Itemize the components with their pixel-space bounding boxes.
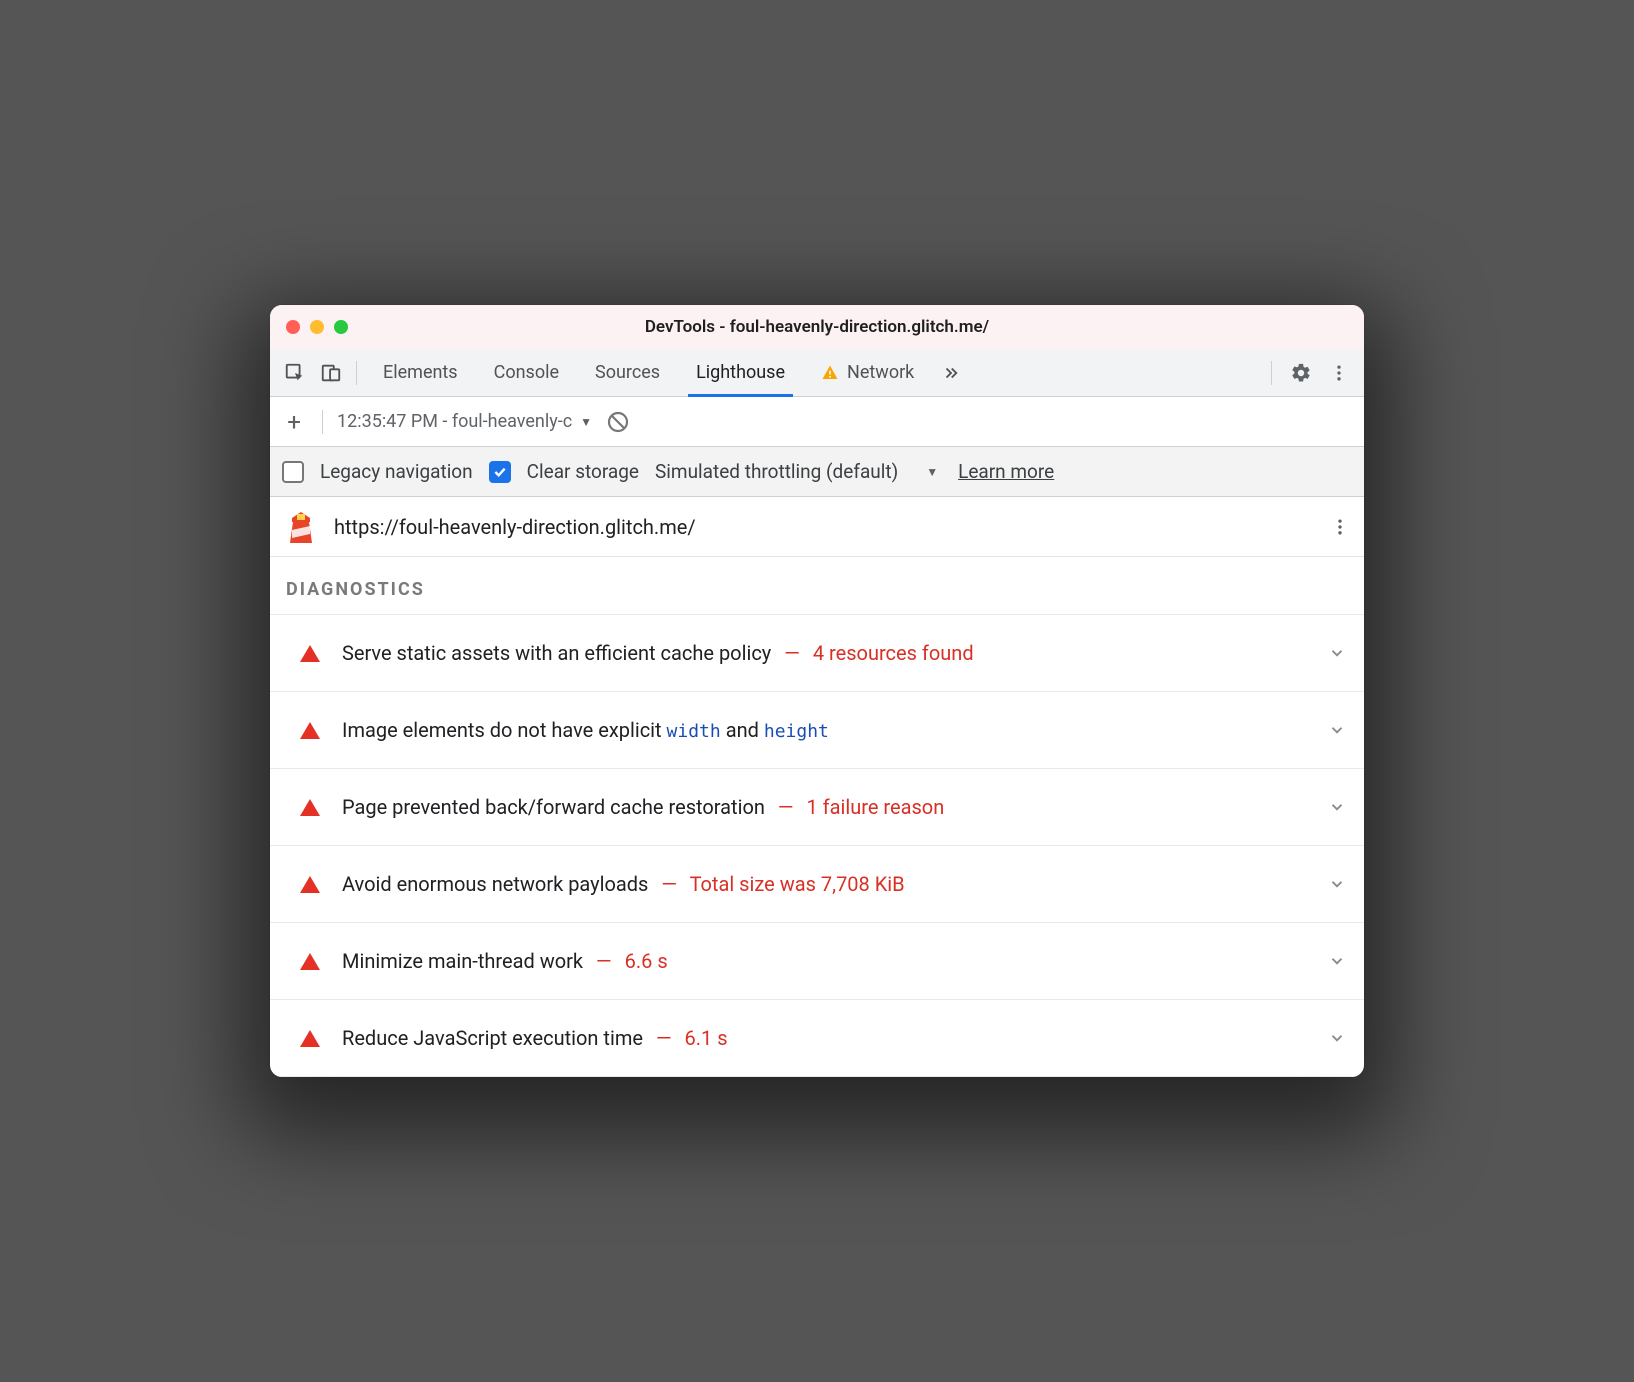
- diagnostic-detail: Total size was 7,708 KiB: [690, 872, 905, 896]
- diagnostic-row[interactable]: Reduce JavaScript execution time — 6.1 s: [270, 999, 1364, 1077]
- lighthouse-options: Legacy navigation Clear storage Simulate…: [270, 447, 1364, 497]
- tab-console[interactable]: Console: [476, 349, 577, 397]
- diagnostic-row[interactable]: Serve static assets with an efficient ca…: [270, 614, 1364, 691]
- chevron-down-icon: [1328, 952, 1346, 970]
- report-url: https://foul-heavenly-direction.glitch.m…: [334, 515, 696, 539]
- minimize-window-button[interactable]: [310, 320, 324, 334]
- fail-triangle-icon: [300, 722, 320, 739]
- legacy-navigation-checkbox[interactable]: [282, 461, 304, 483]
- learn-more-link[interactable]: Learn more: [958, 460, 1054, 483]
- divider: [356, 361, 357, 385]
- code-literal: width: [667, 721, 721, 742]
- fail-triangle-icon: [300, 799, 320, 816]
- dropdown-triangle-icon: ▼: [580, 415, 592, 429]
- chevron-down-icon: [1328, 644, 1346, 662]
- clear-icon[interactable]: [606, 410, 630, 434]
- code-literal: height: [764, 721, 829, 742]
- new-report-button[interactable]: +: [280, 408, 308, 436]
- tab-lighthouse[interactable]: Lighthouse: [678, 349, 803, 397]
- throttling-label: Simulated throttling (default): [655, 460, 898, 483]
- settings-icon[interactable]: [1284, 356, 1318, 390]
- window-title: DevTools - foul-heavenly-direction.glitc…: [270, 317, 1364, 337]
- tab-elements[interactable]: Elements: [365, 349, 476, 397]
- fail-triangle-icon: [300, 1030, 320, 1047]
- diagnostic-row[interactable]: Avoid enormous network payloads — Total …: [270, 845, 1364, 922]
- fail-triangle-icon: [300, 645, 320, 662]
- tab-label: Network: [847, 362, 914, 383]
- diagnostic-row[interactable]: Image elements do not have explicit widt…: [270, 691, 1364, 768]
- kebab-menu-icon[interactable]: [1322, 356, 1356, 390]
- divider: [1271, 361, 1272, 385]
- diagnostic-title: Avoid enormous network payloads: [342, 872, 648, 896]
- maximize-window-button[interactable]: [334, 320, 348, 334]
- close-window-button[interactable]: [286, 320, 300, 334]
- chevron-down-icon: [1328, 875, 1346, 893]
- titlebar: DevTools - foul-heavenly-direction.glitc…: [270, 305, 1364, 349]
- devtools-window: DevTools - foul-heavenly-direction.glitc…: [270, 305, 1364, 1077]
- fail-triangle-icon: [300, 876, 320, 893]
- diagnostic-title: Serve static assets with an efficient ca…: [342, 641, 771, 665]
- diagnostic-mid: and: [721, 718, 764, 742]
- diagnostic-text: Page prevented back/forward cache restor…: [342, 795, 944, 819]
- diagnostics-heading: DIAGNOSTICS: [270, 557, 1364, 614]
- lighthouse-icon: [284, 510, 318, 544]
- diagnostics-list: Serve static assets with an efficient ca…: [270, 614, 1364, 1077]
- diagnostic-text: Minimize main-thread work — 6.6 s: [342, 949, 668, 973]
- traffic-lights: [286, 320, 348, 334]
- device-toolbar-icon[interactable]: [314, 356, 348, 390]
- tab-label: Sources: [595, 362, 660, 383]
- devtools-tabbar: Elements Console Sources Lighthouse Netw…: [270, 349, 1364, 397]
- tab-label: Elements: [383, 362, 458, 383]
- tabbar-actions: [1263, 356, 1356, 390]
- separator: —: [784, 641, 800, 665]
- clear-storage-checkbox[interactable]: [489, 461, 511, 483]
- dropdown-triangle-icon: ▼: [926, 465, 938, 479]
- more-tabs-button[interactable]: [940, 364, 962, 382]
- tab-label: Console: [494, 362, 559, 383]
- lighthouse-toolbar: + 12:35:47 PM - foul-heavenly-c ▼: [270, 397, 1364, 447]
- diagnostic-title: Page prevented back/forward cache restor…: [342, 795, 765, 819]
- tab-network[interactable]: Network: [803, 349, 932, 397]
- diagnostic-text: Image elements do not have explicit widt…: [342, 718, 829, 742]
- legacy-navigation-label: Legacy navigation: [320, 460, 473, 483]
- clear-storage-label: Clear storage: [527, 460, 639, 483]
- report-select[interactable]: 12:35:47 PM - foul-heavenly-c ▼: [337, 411, 592, 432]
- chevron-down-icon: [1328, 798, 1346, 816]
- separator: —: [661, 872, 677, 896]
- separator: —: [778, 795, 794, 819]
- chevron-down-icon: [1328, 721, 1346, 739]
- diagnostic-title-prefix: Image elements do not have explicit: [342, 718, 667, 742]
- report-menu-icon[interactable]: [1330, 517, 1350, 537]
- diagnostic-title: Reduce JavaScript execution time: [342, 1026, 643, 1050]
- diagnostic-text: Serve static assets with an efficient ca…: [342, 641, 974, 665]
- chevron-down-icon: [1328, 1029, 1346, 1047]
- diagnostic-detail: 4 resources found: [813, 641, 974, 665]
- diagnostic-title: Minimize main-thread work: [342, 949, 583, 973]
- warning-icon: [821, 364, 839, 382]
- report-header: https://foul-heavenly-direction.glitch.m…: [270, 497, 1364, 557]
- panel-tabs: Elements Console Sources Lighthouse Netw…: [365, 349, 932, 397]
- diagnostic-detail: 1 failure reason: [806, 795, 944, 819]
- tab-label: Lighthouse: [696, 362, 785, 383]
- separator: —: [656, 1026, 672, 1050]
- report-select-label: 12:35:47 PM - foul-heavenly-c: [337, 411, 572, 432]
- fail-triangle-icon: [300, 953, 320, 970]
- divider: [322, 410, 323, 434]
- diagnostic-detail: 6.6 s: [625, 949, 668, 973]
- throttling-select[interactable]: Simulated throttling (default) ▼: [655, 460, 938, 483]
- diagnostic-detail: 6.1 s: [685, 1026, 728, 1050]
- diagnostic-row[interactable]: Page prevented back/forward cache restor…: [270, 768, 1364, 845]
- diagnostic-row[interactable]: Minimize main-thread work — 6.6 s: [270, 922, 1364, 999]
- diagnostic-text: Reduce JavaScript execution time — 6.1 s: [342, 1026, 728, 1050]
- tab-sources[interactable]: Sources: [577, 349, 678, 397]
- inspect-element-icon[interactable]: [278, 356, 312, 390]
- separator: —: [596, 949, 612, 973]
- diagnostic-text: Avoid enormous network payloads — Total …: [342, 872, 905, 896]
